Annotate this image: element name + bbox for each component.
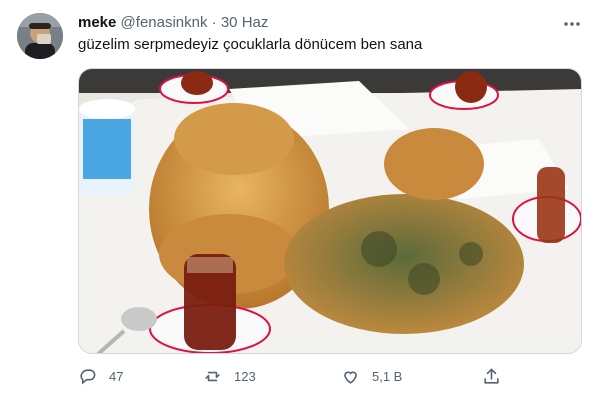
share-icon [484,368,499,384]
photo-icon [79,69,581,353]
tweet-text: güzelim serpmedeyiz çocuklarla dönücem b… [78,36,423,53]
tweet-date[interactable]: 30 Haz [221,14,269,31]
avatar[interactable] [17,13,63,59]
retweet-icon [205,371,220,381]
more-options-button[interactable] [558,12,586,36]
reply-icon [80,368,96,384]
reply-count: 47 [109,368,124,384]
like-button[interactable]: 5,1 B [341,364,402,388]
avatar-image [17,13,63,59]
tweet[interactable]: meke @fenasinknk · 30 Haz güzelim serpme… [0,0,612,396]
display-name[interactable]: meke [78,14,116,31]
separator-dot: · [211,14,217,31]
reply-button[interactable]: 47 [78,364,123,388]
retweet-button[interactable]: 123 [203,364,256,388]
like-count: 5,1 B [372,368,403,384]
retweet-count: 123 [234,368,256,384]
tweet-actions: 47 123 5,1 B [78,364,501,388]
tweet-header: meke @fenasinknk · 30 Haz [78,14,268,31]
more-icon [564,22,580,26]
tweet-photo[interactable] [78,68,582,354]
share-button[interactable] [482,364,501,388]
user-handle[interactable]: @fenasinknk [121,14,208,31]
like-icon [344,370,357,384]
